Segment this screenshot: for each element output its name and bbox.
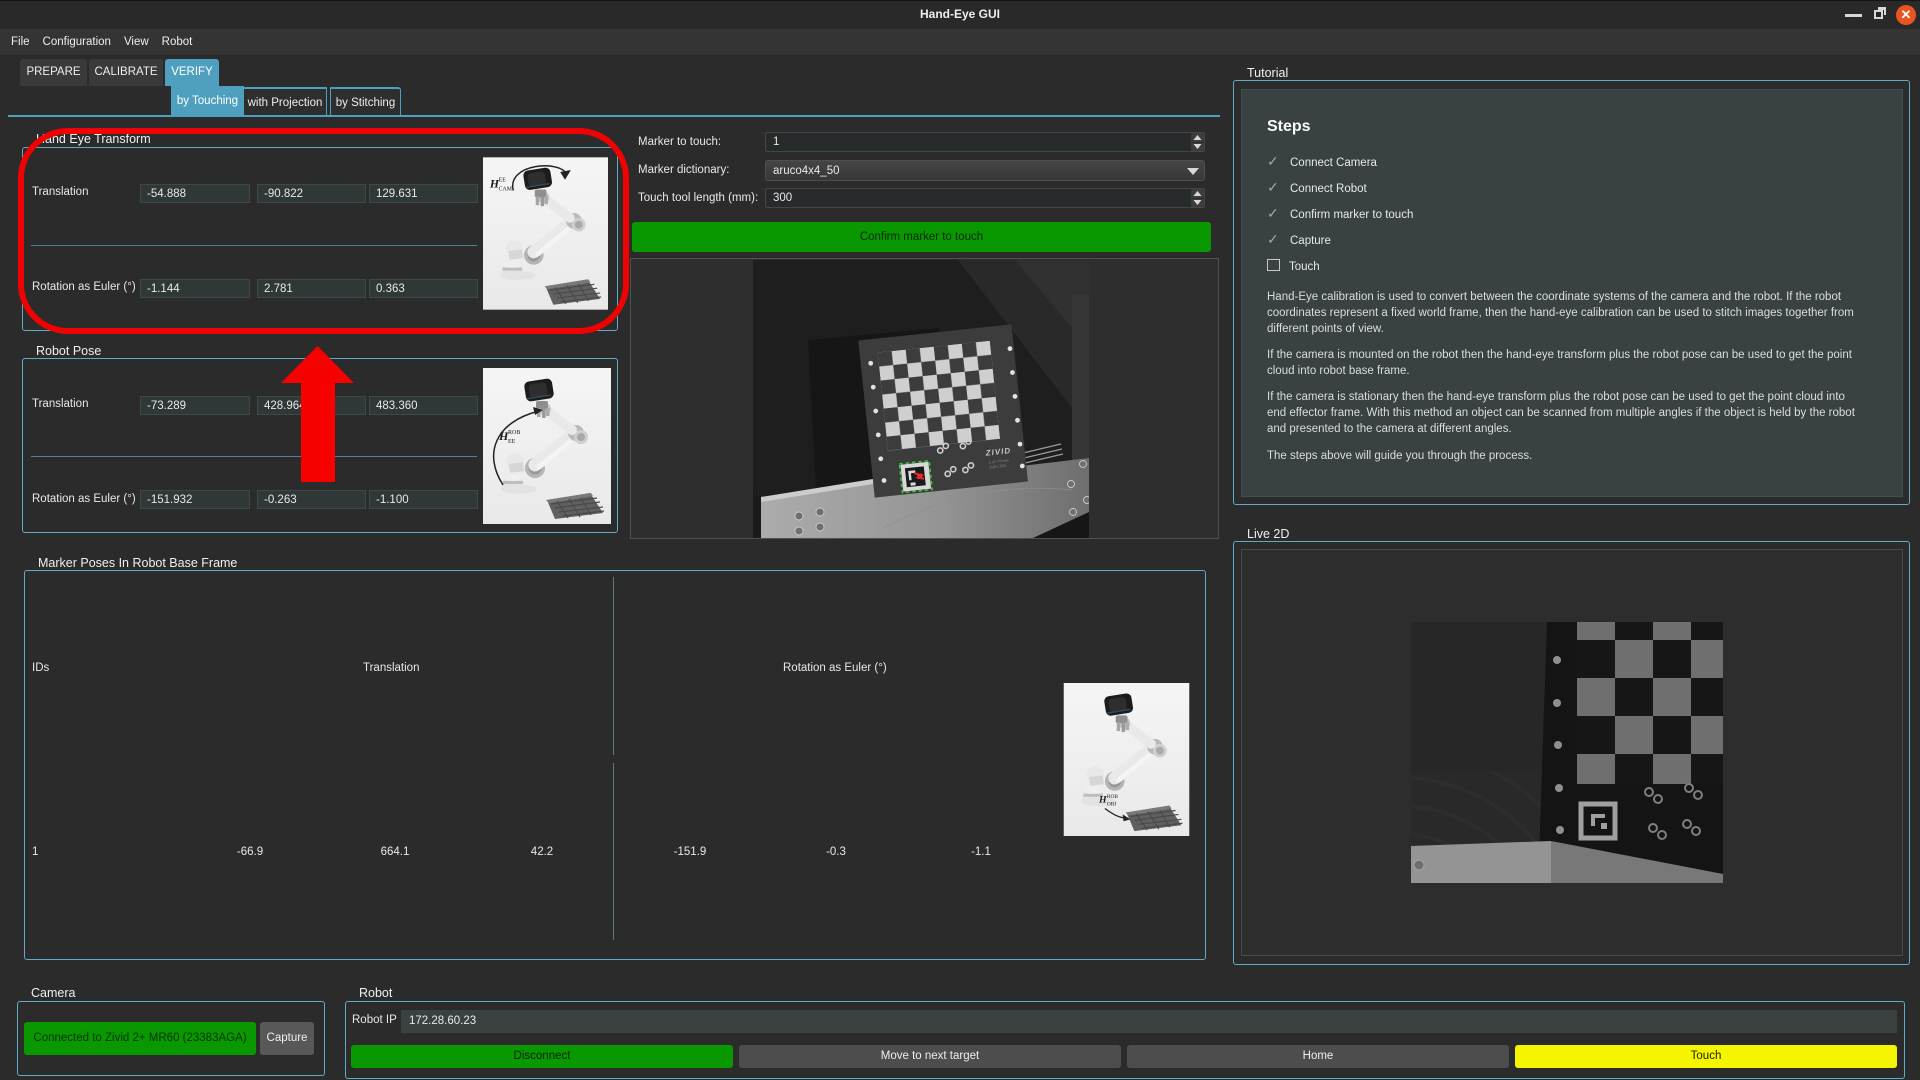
svg-text:H: H xyxy=(1098,795,1107,806)
svg-text:OBJ: OBJ xyxy=(1107,802,1117,808)
svg-text:ROB: ROB xyxy=(1107,794,1118,800)
svg-text:ROB: ROB xyxy=(508,430,520,436)
svg-text:EE: EE xyxy=(508,439,516,445)
